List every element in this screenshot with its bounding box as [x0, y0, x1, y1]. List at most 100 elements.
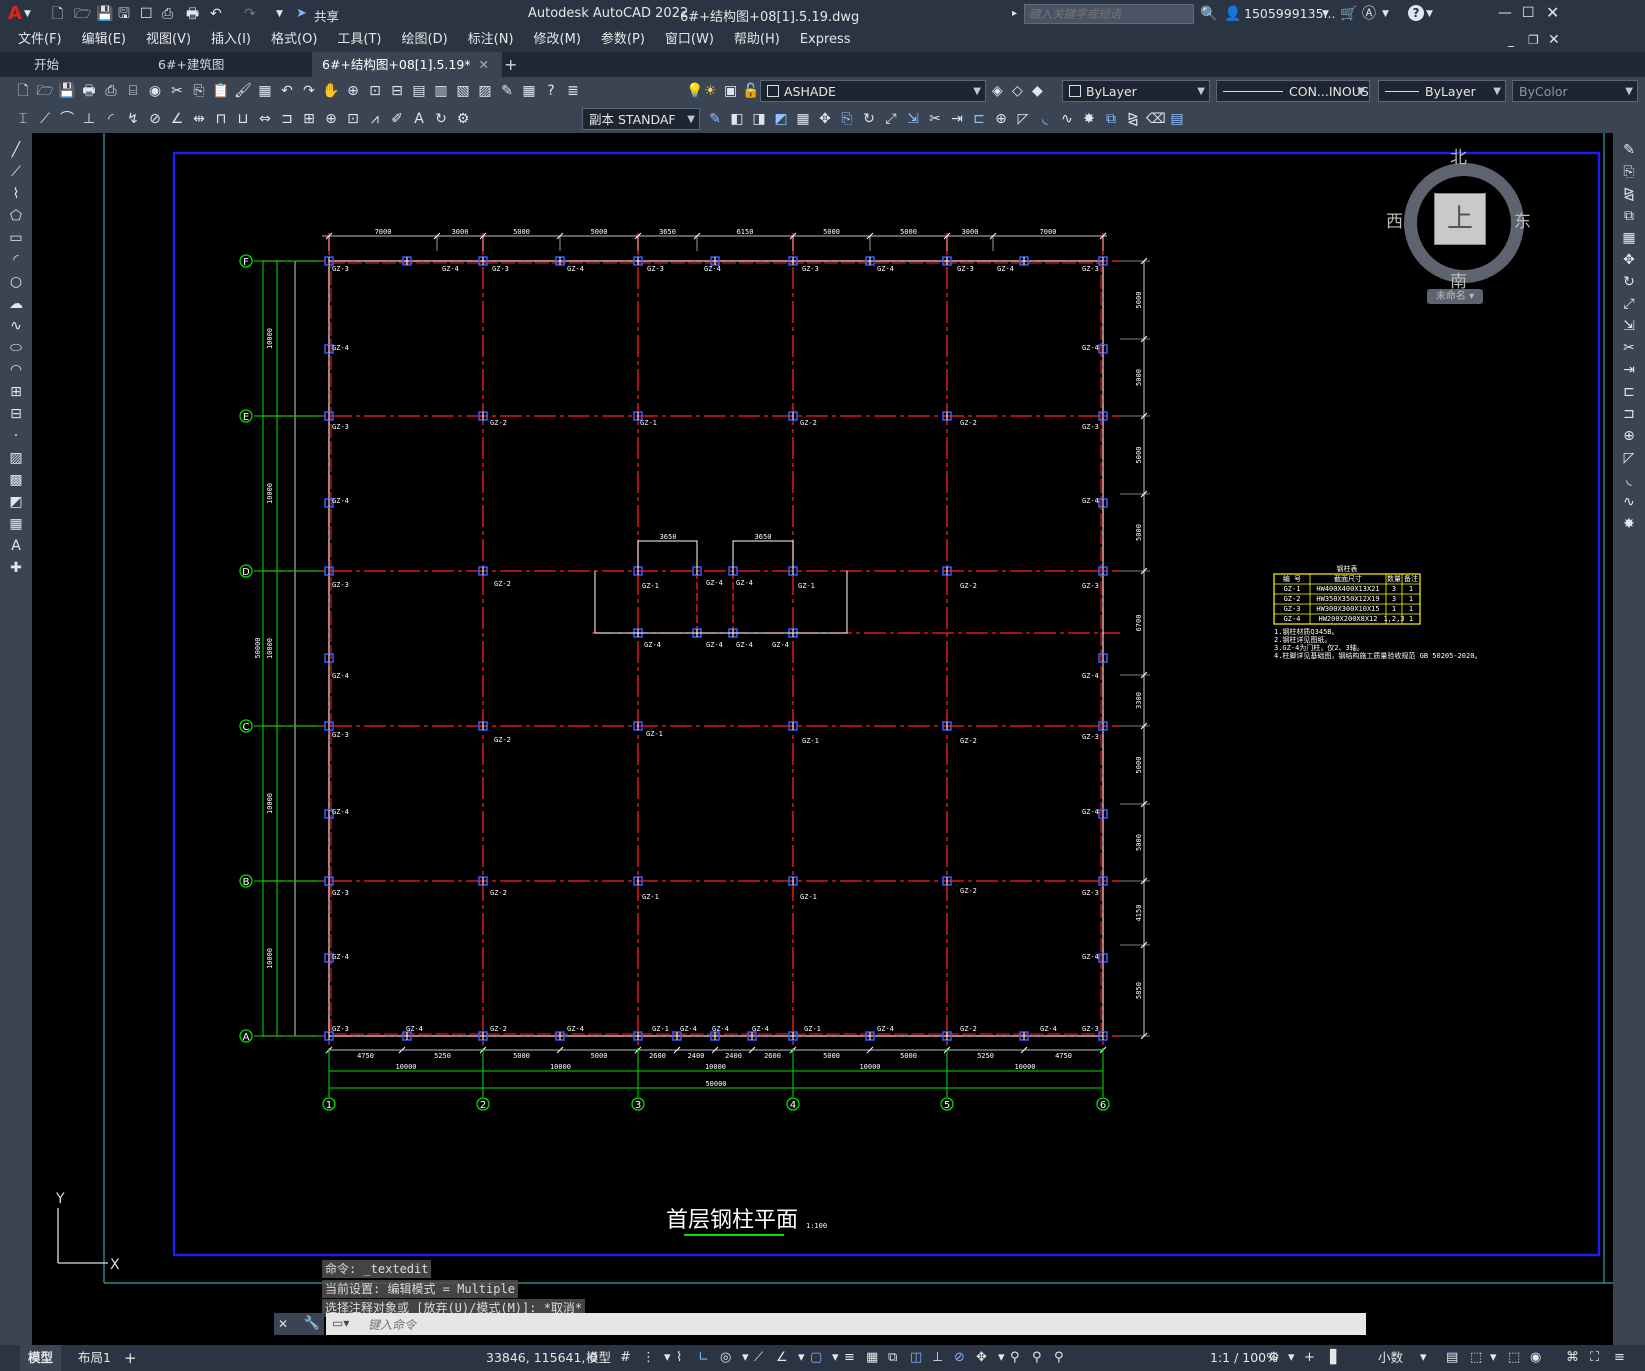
block-editor-icon[interactable]: ▦ [256, 82, 274, 100]
column-label[interactable]: GZ-3 [647, 265, 664, 273]
steel-column[interactable] [324, 653, 334, 663]
command-line[interactable]: ▭▾ [326, 1313, 1366, 1336]
axis-bubble-col[interactable]: 2 [476, 1048, 490, 1111]
column-label[interactable]: GZ-4 [644, 641, 661, 649]
dim-space-icon[interactable]: ⇔ [256, 110, 274, 128]
customization-icon[interactable]: ⌘ [1566, 1345, 1579, 1371]
save-icon[interactable]: 💾 [96, 5, 113, 23]
tool-palettes-icon[interactable]: ▧ [454, 82, 472, 100]
menu-item-0[interactable]: 文件(F) [8, 28, 72, 52]
annotation-scale[interactable]: 1:1 / 100% [1210, 1345, 1278, 1371]
dynamic-ucs-icon[interactable]: ⊥ [932, 1345, 943, 1371]
steel-column[interactable] [1098, 344, 1108, 354]
selection-cycling-icon[interactable]: ⧉ [888, 1345, 897, 1371]
snap-dropdown-icon[interactable]: ▾ [664, 1345, 671, 1371]
rotate-obj-icon[interactable]: ↻ [1620, 273, 1638, 291]
axis-bubble-row[interactable]: D [239, 564, 322, 578]
search-input[interactable] [1024, 4, 1194, 24]
menu-item-8[interactable]: 修改(M) [524, 28, 591, 52]
polar-dropdown-icon[interactable]: ▾ [742, 1345, 749, 1371]
stretch-obj-icon[interactable]: ⇲ [1620, 317, 1638, 335]
share-icon[interactable]: ➤ [296, 6, 307, 21]
snap-icon[interactable]: ⋮ [642, 1345, 655, 1371]
fullscreen-icon[interactable]: ⛶ [1590, 1345, 1599, 1371]
column-label[interactable]: GZ-3 [802, 265, 819, 273]
column-label[interactable]: GZ-2 [490, 419, 507, 427]
column-label[interactable]: GZ-2 [960, 582, 977, 590]
multiline-text-icon[interactable]: A [7, 537, 25, 555]
ellipse-arc-icon[interactable]: ◠ [7, 361, 25, 379]
zoom-previous-icon[interactable]: ⊟ [388, 82, 406, 100]
insert-block-icon[interactable]: ⊞ [7, 383, 25, 401]
arc-icon[interactable]: ◜ [7, 251, 25, 269]
column-label[interactable]: GZ-4 [1082, 953, 1099, 961]
center-mark-icon[interactable]: ⊕ [322, 110, 340, 128]
print-icon[interactable]: 🖶 [186, 5, 199, 23]
column-label[interactable]: GZ-4 [736, 641, 753, 649]
extend-obj-icon[interactable]: ⇥ [1620, 361, 1638, 379]
axis-bubble-row[interactable]: F [239, 254, 322, 268]
column-label[interactable]: GZ-1 [640, 419, 657, 427]
redo-icon[interactable]: ↷ [300, 82, 318, 100]
trim-icon[interactable]: ✂ [926, 110, 944, 128]
column-label[interactable]: GZ-4 [332, 672, 349, 680]
chamfer-icon[interactable]: ◸ [1014, 110, 1032, 128]
column-label[interactable]: GZ-3 [1082, 265, 1099, 273]
publish-icon[interactable]: ⎙ [162, 5, 173, 23]
mirror-obj-icon[interactable]: ⧎ [1620, 185, 1638, 203]
break-point-icon[interactable]: ⊏ [1620, 383, 1638, 401]
dim-angular-icon[interactable]: ∠ [168, 110, 186, 128]
dim-aligned-icon[interactable]: ⟋ [36, 110, 54, 128]
osnap-track-dropdown-icon[interactable]: ▾ [798, 1345, 805, 1371]
column-label[interactable]: GZ-1 [642, 582, 659, 590]
column-label[interactable]: GZ-3 [332, 581, 349, 589]
units-display[interactable]: 小数 [1378, 1345, 1403, 1371]
object-snap-icon[interactable]: ▢ [810, 1345, 822, 1371]
dim-linear-icon[interactable]: ⌶ [14, 110, 32, 128]
column-label[interactable]: GZ-4 [1082, 497, 1099, 505]
trim-obj-icon[interactable]: ✂ [1620, 339, 1638, 357]
layer-match-icon[interactable]: ◇ [1012, 82, 1023, 100]
quick-properties-icon[interactable]: ▤ [1446, 1345, 1458, 1371]
move-obj-icon[interactable]: ✥ [1620, 251, 1638, 269]
3d-osnap-icon[interactable]: ◫ [910, 1345, 922, 1371]
dim-text-edit-icon[interactable]: A [410, 110, 428, 128]
column-label[interactable]: GZ-1 [652, 1025, 669, 1033]
quick-dim-icon[interactable]: ⇹ [190, 110, 208, 128]
column-label[interactable]: GZ-4 [706, 641, 723, 649]
undo-icon[interactable]: ↶ [210, 5, 222, 23]
menu-item-10[interactable]: 窗口(W) [655, 28, 724, 52]
offset-icon[interactable]: ⧉ [1102, 110, 1120, 128]
tab-layout1[interactable]: 布局1 [70, 1345, 119, 1371]
3dprint-icon[interactable]: ◉ [146, 82, 164, 100]
plot-preview-icon[interactable]: ⎙ [102, 82, 120, 100]
fillet-obj-icon[interactable]: ◟ [1620, 471, 1638, 489]
maximize-icon[interactable]: ☐ [1522, 4, 1535, 22]
column-label[interactable]: GZ-1 [798, 582, 815, 590]
gradient-icon[interactable]: ▩ [7, 471, 25, 489]
viewcube-north[interactable]: 北 [1450, 143, 1467, 168]
quickcalc-icon[interactable]: ▦ [520, 82, 538, 100]
autodesk-a360-icon[interactable]: Ⓐ [1362, 5, 1376, 23]
column-label[interactable]: GZ-4 [772, 641, 789, 649]
column-label[interactable]: GZ-2 [494, 580, 511, 588]
viewcube-west[interactable]: 西 [1386, 207, 1403, 232]
column-label[interactable]: GZ-4 [1082, 808, 1099, 816]
qnew-icon[interactable]: 🗋 [14, 82, 32, 100]
viewcube[interactable]: 上 北 南 西 东 [1386, 148, 1531, 292]
table-icon[interactable]: ▦ [7, 515, 25, 533]
graphics-perf-icon[interactable]: ⬚ [1470, 1345, 1482, 1371]
quick-access-dropdown-icon[interactable]: ▼ [276, 5, 283, 23]
axis-bubble-col[interactable]: 5 [940, 1048, 954, 1111]
move-icon[interactable]: ✥ [816, 110, 834, 128]
menu-item-3[interactable]: 插入(I) [201, 28, 261, 52]
isodraft-icon[interactable]: ⟋ [754, 1345, 763, 1371]
polar-icon[interactable]: ◎ [720, 1345, 731, 1371]
column-label[interactable]: GZ-4 [1040, 1025, 1057, 1033]
make-current-layer-icon[interactable]: ◈ [992, 82, 1003, 100]
drawing-title[interactable]: 首层钢柱平面 [666, 1208, 798, 1233]
open-icon[interactable]: 🗁 [36, 82, 54, 100]
column-label[interactable]: GZ-2 [960, 887, 977, 895]
array-obj-icon[interactable]: ▦ [1620, 229, 1638, 247]
column-label[interactable]: GZ-2 [490, 889, 507, 897]
